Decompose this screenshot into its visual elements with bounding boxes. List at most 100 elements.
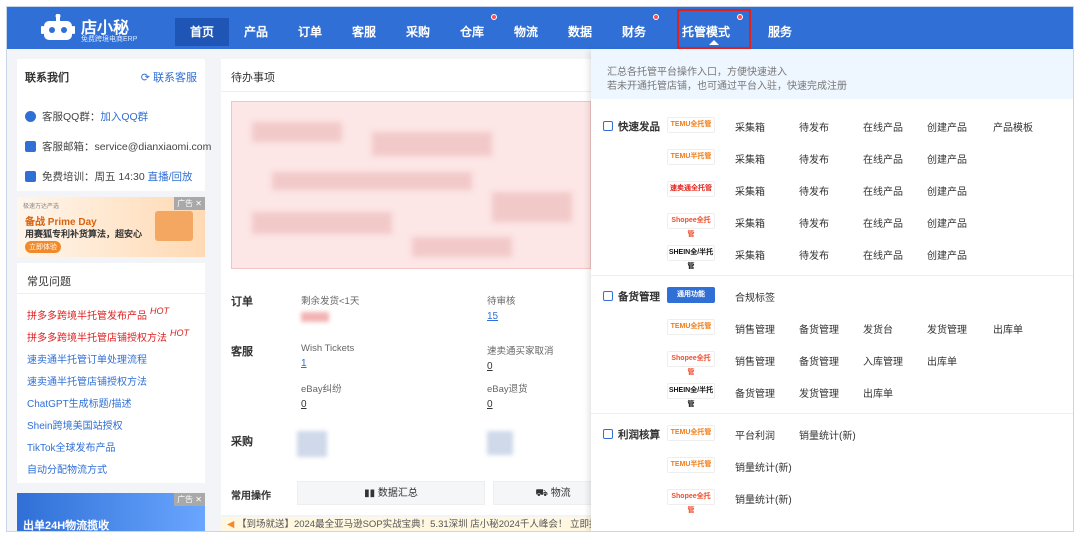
dropdown-link[interactable]: 销售管理 bbox=[735, 321, 775, 336]
faq-link[interactable]: 速卖通半托管订单处理流程 bbox=[27, 351, 147, 366]
stat-pending-review[interactable]: 待审核 15 bbox=[487, 293, 516, 322]
stat-ebay-disputes[interactable]: eBay纠纷 0 bbox=[301, 381, 342, 410]
dropdown-link[interactable]: 待发布 bbox=[799, 215, 829, 230]
nav-item-0[interactable]: 首页 bbox=[175, 18, 229, 46]
nav-item-3[interactable]: 客服 bbox=[337, 18, 391, 46]
dropdown-link[interactable]: 出库单 bbox=[993, 321, 1023, 336]
dropdown-link[interactable]: 出库单 bbox=[863, 385, 893, 400]
ad-cta[interactable]: 立即体验 bbox=[25, 241, 61, 253]
email-label: 客服邮箱： bbox=[42, 141, 95, 153]
nav-item-10[interactable]: 服务 bbox=[753, 18, 807, 46]
faq-link[interactable]: ChatGPT生成标题/描述 bbox=[27, 395, 131, 410]
dropdown-link[interactable]: 采集箱 bbox=[735, 151, 765, 166]
ad-tag[interactable]: 广告 ✕ bbox=[174, 197, 205, 210]
ad-banner-prime-day[interactable]: 广告 ✕ 极速万达严选 备战 Prime Day 用赛狐专利补货算法，超安心 立… bbox=[17, 197, 205, 257]
dropdown-link[interactable]: 采集箱 bbox=[735, 215, 765, 230]
dropdown-link[interactable]: 创建产品 bbox=[927, 119, 967, 134]
hosting-mode-dropdown: 汇总各托管平台操作入口，方便快速进入 若未开通托管店铺，也可通过平台入驻，快速完… bbox=[591, 49, 1073, 531]
dropdown-link[interactable]: 产品模板 bbox=[993, 119, 1033, 134]
pending-review-value[interactable]: 15 bbox=[487, 311, 516, 322]
dropdown-link[interactable]: 在线产品 bbox=[863, 119, 903, 134]
faq-link-text: 拼多多跨境半托管发布产品 bbox=[27, 311, 147, 322]
dropdown-link[interactable]: 发货管理 bbox=[927, 321, 967, 336]
platform-badge: TEMU半托管 bbox=[667, 457, 715, 473]
cs-section-label: 客服 bbox=[231, 346, 253, 358]
ad-banner-logistics[interactable]: 广告 ✕ 出单24H物流揽收 bbox=[17, 493, 205, 532]
dropdown-link[interactable]: 备货管理 bbox=[735, 385, 775, 400]
dropdown-link[interactable]: 备货管理 bbox=[799, 321, 839, 336]
dropdown-link[interactable]: 发货管理 bbox=[799, 385, 839, 400]
purchase-section-label: 采购 bbox=[231, 436, 253, 448]
nav-item-6[interactable]: 物流 bbox=[499, 18, 553, 46]
blurred-purchase-stat bbox=[487, 431, 513, 455]
nav-item-1[interactable]: 产品 bbox=[229, 18, 283, 46]
ad-tag[interactable]: 广告 ✕ bbox=[174, 493, 205, 506]
dropdown-link[interactable]: 待发布 bbox=[799, 119, 829, 134]
faq-link[interactable]: 拼多多跨境半托管发布产品 HOT bbox=[27, 306, 169, 322]
dropdown-link[interactable]: 入库管理 bbox=[863, 353, 903, 368]
faq-link[interactable]: Shein跨境美国站授权 bbox=[27, 417, 123, 432]
nav-item-8[interactable]: 财务 bbox=[607, 18, 661, 46]
dropdown-link[interactable]: 在线产品 bbox=[863, 151, 903, 166]
data-summary-button[interactable]: ▮▮ 数据汇总 bbox=[297, 481, 485, 505]
dropdown-link[interactable]: 合规标签 bbox=[735, 289, 775, 304]
qq-join-link[interactable]: 加入QQ群 bbox=[100, 111, 148, 123]
faq-link[interactable]: 自动分配物流方式 bbox=[27, 461, 107, 476]
contact-title: 联系我们 bbox=[25, 72, 69, 84]
dropdown-link[interactable]: 采集箱 bbox=[735, 183, 765, 198]
app-slogan: 免费跨境电商ERP bbox=[81, 36, 138, 43]
dropdown-link[interactable]: 创建产品 bbox=[927, 247, 967, 262]
stat-ship-remaining[interactable]: 剩余发货<1天 bbox=[301, 293, 359, 322]
dropdown-link[interactable]: 待发布 bbox=[799, 151, 829, 166]
nav-item-7[interactable]: 数据 bbox=[553, 18, 607, 46]
faq-link[interactable]: 速卖通半托管店铺授权方法 bbox=[27, 373, 147, 388]
ledger-icon bbox=[603, 429, 613, 439]
dropdown-link[interactable]: 采集箱 bbox=[735, 247, 765, 262]
announcement-marquee[interactable]: ◀ 【到场就送】2024最全亚马逊SOP实战宝典！5.31深圳 店小秘2024千… bbox=[221, 517, 601, 531]
dropdown-link[interactable]: 待发布 bbox=[799, 247, 829, 262]
dropdown-link[interactable]: 待发布 bbox=[799, 183, 829, 198]
faq-link-text: 自动分配物流方式 bbox=[27, 465, 107, 476]
contact-service-link[interactable]: ⟳ 联系客服 bbox=[141, 69, 197, 85]
platform-badge: Shopee全托管 bbox=[667, 489, 715, 514]
stat-aliexpress-cancel[interactable]: 速卖通买家取消 0 bbox=[487, 343, 554, 372]
dropdown-link[interactable]: 销量统计(新) bbox=[735, 491, 792, 506]
announcement-text: 【到场就送】2024最全亚马逊SOP实战宝典！5.31深圳 店小秘2024千人峰… bbox=[236, 519, 601, 530]
dropdown-link[interactable]: 在线产品 bbox=[863, 215, 903, 230]
dropdown-link[interactable]: 销量统计(新) bbox=[735, 459, 792, 474]
dropdown-link[interactable]: 创建产品 bbox=[927, 183, 967, 198]
training-link[interactable]: 直播/回放 bbox=[148, 171, 193, 183]
contact-panel: 联系我们 ⟳ 联系客服 客服QQ群：加入QQ群 客服邮箱：service@dia… bbox=[17, 59, 211, 191]
qq-label: 客服QQ群： bbox=[42, 111, 101, 123]
dropdown-link[interactable]: 备货管理 bbox=[799, 353, 839, 368]
dropdown-link[interactable]: 销量统计(新) bbox=[799, 427, 856, 442]
nav-item-4[interactable]: 采购 bbox=[391, 18, 445, 46]
bar-chart-icon: ▮▮ bbox=[364, 488, 376, 499]
platform-badge: 通用功能 bbox=[667, 287, 715, 303]
top-navbar: 店小秘 免费跨境电商ERP 首页 产品 订单 客服 采购 仓库 物流 数据 财务 托管模式 服务 bbox=[7, 7, 1073, 49]
ad-logistics-text: 出单24H物流揽收 bbox=[23, 520, 110, 532]
caret-up-icon bbox=[709, 40, 719, 45]
dropdown-link[interactable]: 平台利润 bbox=[735, 427, 775, 442]
dropdown-link[interactable]: 在线产品 bbox=[863, 247, 903, 262]
logo[interactable]: 店小秘 免费跨境电商ERP bbox=[41, 12, 161, 44]
dropdown-link[interactable]: 创建产品 bbox=[927, 215, 967, 230]
stat-wish-tickets[interactable]: Wish Tickets 1 bbox=[301, 343, 354, 369]
app-window: 店小秘 免费跨境电商ERP 首页 产品 订单 客服 采购 仓库 物流 数据 财务 托管模式 服务 联… bbox=[6, 6, 1074, 532]
nav-item-2[interactable]: 订单 bbox=[283, 18, 337, 46]
blurred-content bbox=[231, 101, 591, 269]
dropdown-link[interactable]: 销售管理 bbox=[735, 353, 775, 368]
dropdown-link[interactable]: 出库单 bbox=[927, 353, 957, 368]
platform-badge: TEMU全托管 bbox=[667, 319, 715, 335]
nav-item-5[interactable]: 仓库 bbox=[445, 18, 499, 46]
dropdown-link[interactable]: 发货台 bbox=[863, 321, 893, 336]
dropdown-link[interactable]: 采集箱 bbox=[735, 119, 765, 134]
dropdown-link[interactable]: 在线产品 bbox=[863, 183, 903, 198]
faq-link[interactable]: TikTok全球发布产品 bbox=[27, 439, 116, 454]
platform-badge: TEMU半托管 bbox=[667, 149, 715, 165]
ad-subline: 用赛狐专利补货算法，超安心 bbox=[25, 229, 143, 239]
stat-ebay-returns[interactable]: eBay退货 0 bbox=[487, 381, 528, 410]
dropdown-link[interactable]: 创建产品 bbox=[927, 151, 967, 166]
divider bbox=[591, 413, 1073, 414]
faq-link[interactable]: 拼多多跨境半托管店铺授权方法 HOT bbox=[27, 328, 189, 344]
